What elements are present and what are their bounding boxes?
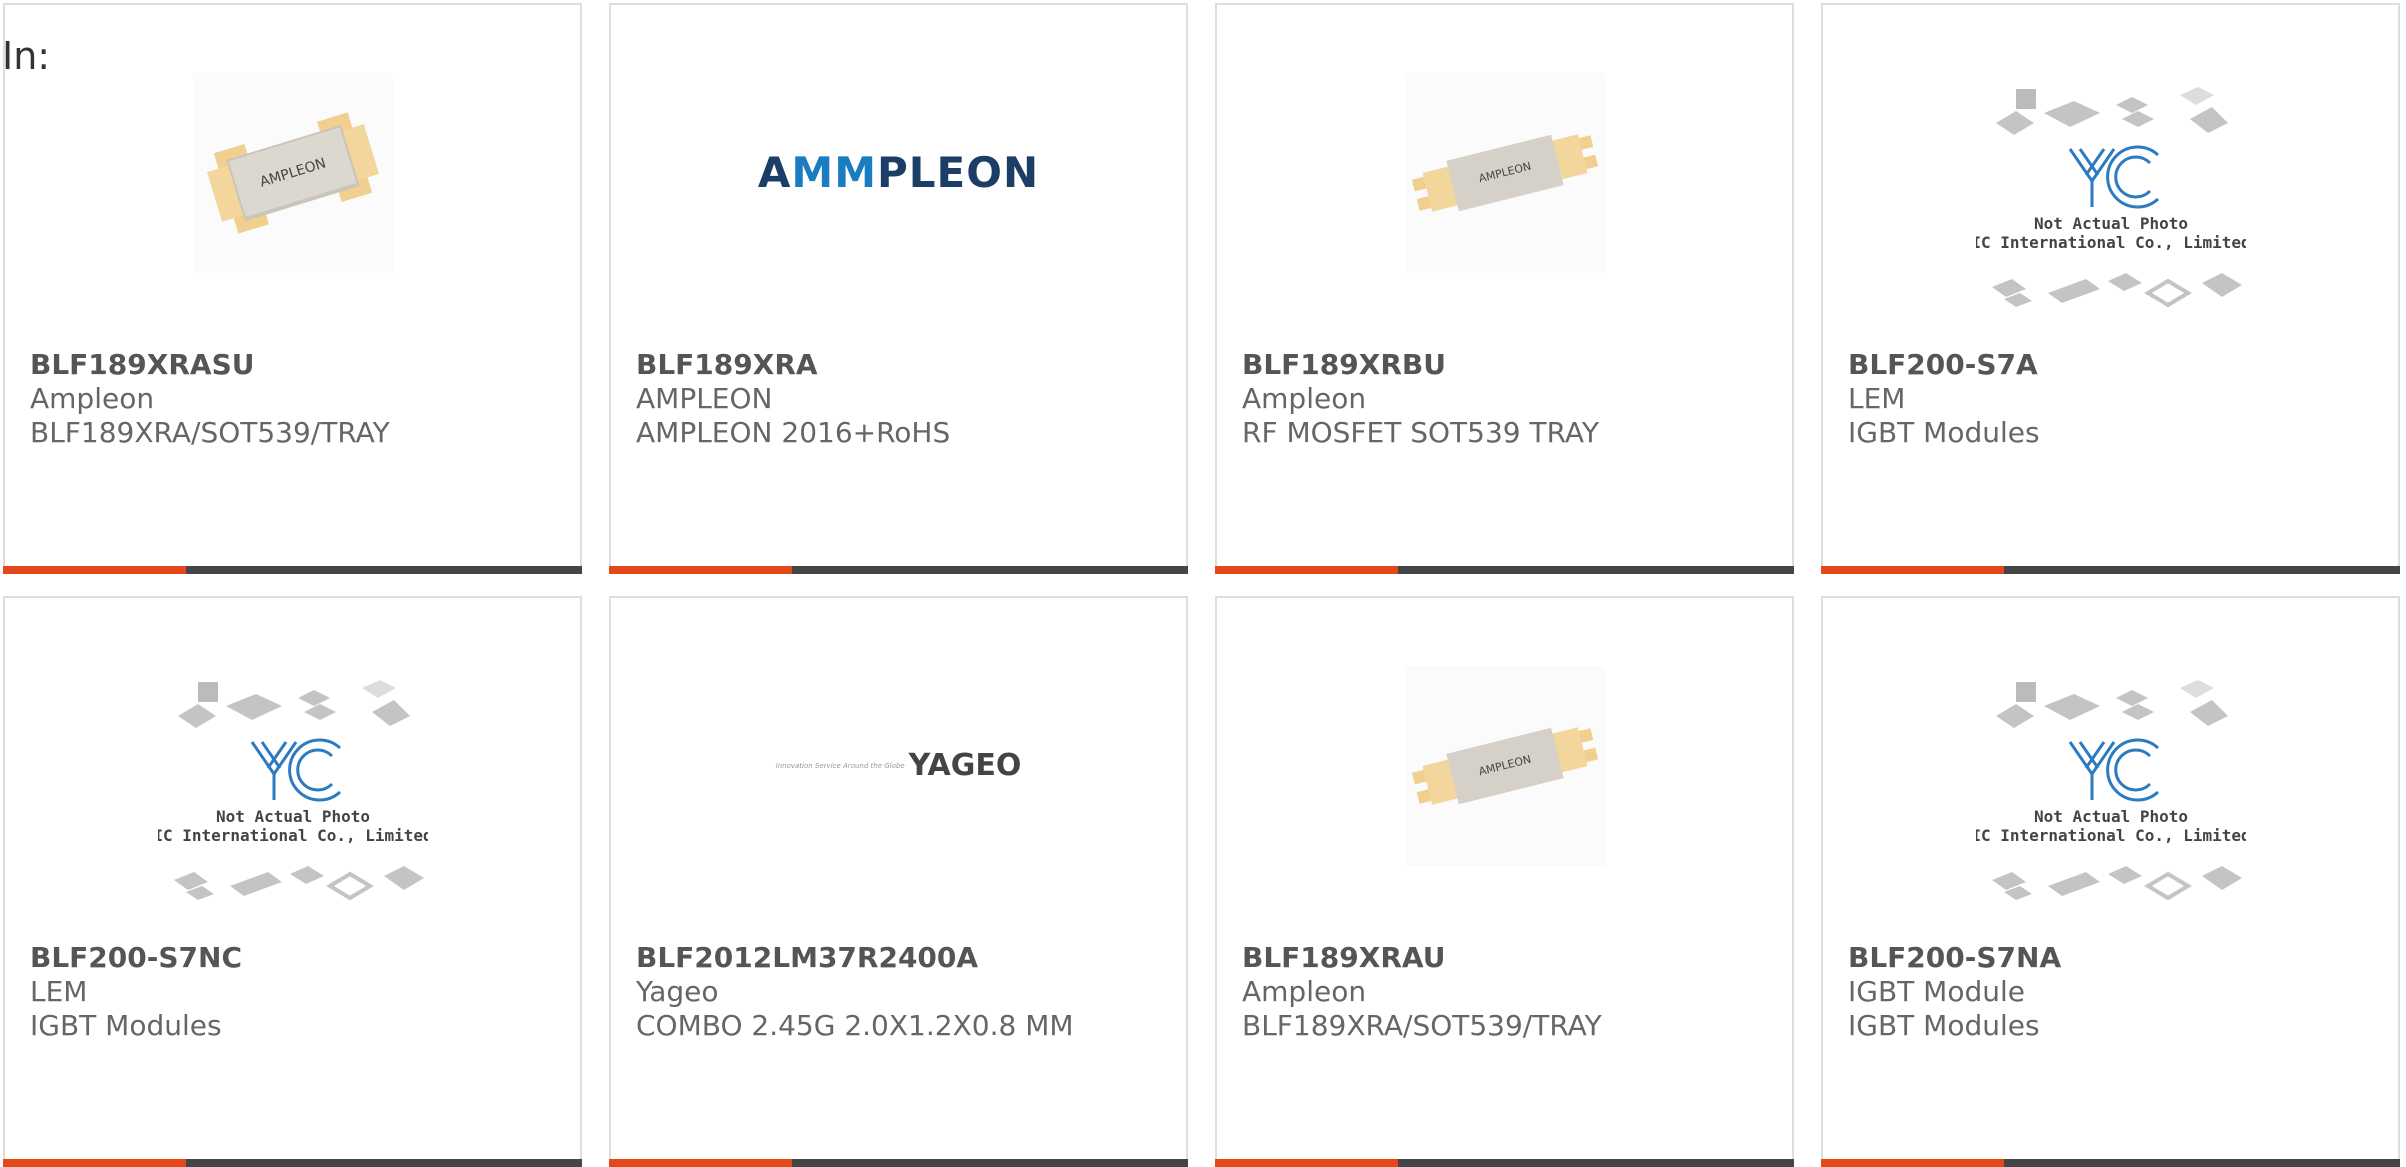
card-bar (1215, 566, 1794, 574)
yic-placeholder-icon: Not Actual Photo YIC International Co., … (1976, 679, 2246, 900)
part-number[interactable]: BLF200-S7A (1848, 348, 2040, 382)
description: RF MOSFET SOT539 TRAY (1242, 416, 1599, 449)
brand: AMPLEON (636, 382, 773, 415)
svg-text:Not Actual Photo: Not Actual Photo (2033, 807, 2187, 826)
product-card[interactable]: AMMPLEON BLF189XRA AMPLEON AMPLEON 2016+… (609, 3, 1188, 574)
brand: Ampleon (1242, 382, 1367, 415)
product-image: AMPLEON (1217, 658, 1792, 873)
part-number[interactable]: BLF189XRBU (1242, 348, 1599, 382)
ampleon-logo-icon: AMMPLEON (757, 148, 1040, 197)
svg-text:Not Actual Photo: Not Actual Photo (215, 807, 369, 826)
description: AMPLEON 2016+RoHS (636, 416, 951, 449)
card-bar (1821, 1159, 2400, 1167)
product-card[interactable]: Innovation Service Around the Globe YAGE… (609, 596, 1188, 1167)
chip-photo-icon: AMPLEON (1404, 72, 1605, 273)
brand: LEM (30, 975, 88, 1008)
card-bar (1821, 566, 2400, 574)
product-image: AMMPLEON (611, 65, 1186, 280)
product-image: Not Actual Photo YIC International Co., … (5, 679, 580, 903)
svg-text:YIC International Co., Limited: YIC International Co., Limited. (158, 826, 428, 845)
svg-text:YIC International Co., Limited: YIC International Co., Limited. (1976, 233, 2246, 252)
part-number[interactable]: BLF200-S7NC (30, 941, 242, 975)
part-number[interactable]: BLF189XRAU (1242, 941, 1602, 975)
part-number[interactable]: BLF189XRASU (30, 348, 390, 382)
description: COMBO 2.45G 2.0X1.2X0.8 MM (636, 1009, 1074, 1042)
product-image: Not Actual Photo YIC International Co., … (1823, 86, 2398, 310)
description: IGBT Modules (1848, 416, 2040, 449)
part-number[interactable]: BLF2012LM37R2400A (636, 941, 1074, 975)
part-number[interactable]: BLF200-S7NA (1848, 941, 2061, 975)
brand: Ampleon (1242, 975, 1367, 1008)
product-image: Innovation Service Around the Globe YAGE… (611, 658, 1186, 873)
product-card[interactable]: AMPLEON BLF189XRBU Ampleon RF MOSFET SOT… (1215, 3, 1794, 574)
yic-placeholder-icon: Not Actual Photo YIC International Co., … (1976, 86, 2246, 307)
card-bar (609, 1159, 1188, 1167)
product-image: Not Actual Photo YIC International Co., … (1823, 679, 2398, 903)
svg-text:YIC International Co., Limited: YIC International Co., Limited. (1976, 826, 2246, 845)
brand: IGBT Module (1848, 975, 2025, 1008)
product-card[interactable]: Not Actual Photo YIC International Co., … (1821, 3, 2400, 574)
chip-photo-icon: AMPLEON (1404, 665, 1605, 866)
product-image: AMPLEON (5, 65, 580, 280)
card-bar (609, 566, 1188, 574)
brand: LEM (1848, 382, 1906, 415)
card-bar (1215, 1159, 1794, 1167)
description: IGBT Modules (30, 1009, 222, 1042)
part-number[interactable]: BLF189XRA (636, 348, 950, 382)
svg-text:Not Actual Photo: Not Actual Photo (2033, 214, 2187, 233)
yic-placeholder-icon: Not Actual Photo YIC International Co., … (158, 679, 428, 900)
product-card[interactable]: Not Actual Photo YIC International Co., … (3, 596, 582, 1167)
brand: Yageo (636, 975, 719, 1008)
prefix-label: In: (2, 34, 51, 78)
description: IGBT Modules (1848, 1009, 2040, 1042)
product-card[interactable]: AMPLEON BLF189XRAU Ampleon BLF189XRA/SOT… (1215, 596, 1794, 1167)
chip-photo-icon: AMPLEON (192, 72, 393, 273)
product-card[interactable]: Not Actual Photo YIC International Co., … (1821, 596, 2400, 1167)
card-bar (3, 566, 582, 574)
brand: Ampleon (30, 382, 155, 415)
product-card[interactable]: AMPLEON BLF189XRASU Ampleon BLF189XRA/SO… (3, 3, 582, 574)
description: BLF189XRA/SOT539/TRAY (1242, 1009, 1602, 1042)
yageo-logo-icon: Innovation Service Around the Globe YAGE… (775, 748, 1022, 783)
card-bar (3, 1159, 582, 1167)
product-image: AMPLEON (1217, 65, 1792, 280)
description: BLF189XRA/SOT539/TRAY (30, 416, 390, 449)
